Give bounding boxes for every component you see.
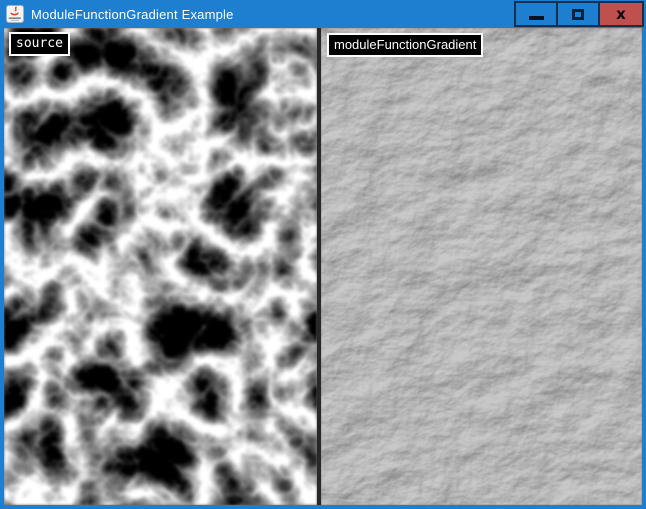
titlebar[interactable]: ModuleFunctionGradient Example x — [0, 0, 646, 28]
source-panel: source — [4, 28, 317, 505]
window-title: ModuleFunctionGradient Example — [31, 7, 234, 22]
window-controls: x — [514, 1, 644, 27]
source-noise-image — [4, 28, 317, 505]
java-icon — [6, 5, 24, 23]
maximize-icon — [572, 9, 584, 20]
close-icon: x — [616, 7, 626, 22]
minimize-icon — [529, 16, 544, 20]
module-function-gradient-panel: moduleFunctionGradient — [321, 28, 642, 505]
close-button[interactable]: x — [598, 1, 644, 27]
maximize-button[interactable] — [556, 1, 600, 27]
module-function-gradient-label: moduleFunctionGradient — [327, 33, 483, 57]
minimize-button[interactable] — [514, 1, 558, 27]
client-area: source — [4, 28, 642, 505]
app-window: ModuleFunctionGradient Example x — [0, 0, 646, 509]
module-function-gradient-image — [321, 28, 642, 505]
source-label: source — [9, 32, 70, 56]
